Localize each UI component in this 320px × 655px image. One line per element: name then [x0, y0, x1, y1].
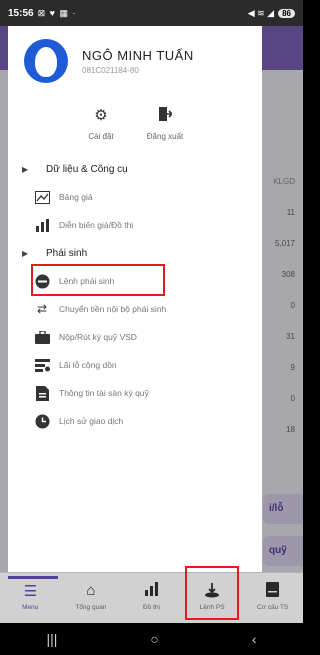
menu-item-margin-assets[interactable]: Thông tin tài sản ký quỹ	[34, 380, 254, 406]
logout-button[interactable]: Đăng xuất	[142, 106, 188, 156]
profit-loss-icon	[34, 357, 50, 373]
logout-icon	[142, 106, 188, 126]
home-button[interactable]: ○	[150, 631, 158, 647]
menu-item-trade-history[interactable]: Lịch sử giao dịch	[34, 408, 254, 434]
nav-label: Đồ thị	[142, 604, 160, 611]
menu-item-label: Chuyển tiền nội bộ phái sinh	[59, 304, 167, 314]
menu-item-cumulative-pl[interactable]: Lãi lỗ cộng dồn	[34, 352, 254, 378]
highlight-box	[31, 264, 165, 296]
section-derivatives[interactable]: ▶ Phái sinh	[8, 242, 262, 264]
menu-item-label: Lịch sử giao dịch	[59, 416, 124, 426]
status-bar: 15:56 ⊠ ♥ ▦ · ◀ ≋ ◢ 86	[0, 0, 303, 26]
bottom-navigation: ☰ Menu ⌂ Tổng quan Đồ thị Lệnh PS Cơ cấu…	[0, 572, 303, 623]
menu-item-internal-transfer[interactable]: ⇄ Chuyển tiền nội bộ phái sinh	[34, 296, 254, 322]
bar-chart-icon	[121, 582, 182, 604]
transfer-icon: ⇄	[36, 302, 48, 316]
profile-text: NGÔ MINH TUẤN 081C021184-80	[82, 48, 194, 75]
section-label: Dữ liệu & Công cụ	[46, 163, 128, 175]
logout-label: Đăng xuất	[146, 132, 184, 141]
nav-label: Tổng quan	[75, 604, 107, 611]
expand-arrow-icon: ▶	[22, 248, 29, 258]
active-tab-indicator	[8, 576, 58, 579]
settings-button[interactable]: ⚙ Cài đặt	[78, 106, 124, 156]
drawer-actions: ⚙ Cài đặt Đăng xuất	[8, 106, 262, 156]
menu-item-vsd-deposit[interactable]: Nộp/Rút ký quỹ VSD	[34, 324, 254, 350]
menu-item-label: Thông tin tài sản ký quỹ	[59, 388, 149, 398]
chart-icon	[34, 217, 50, 233]
back-button[interactable]: ‹	[252, 631, 257, 647]
menu-item-price-chart[interactable]: Diễn biến giá/Đồ thị	[34, 212, 254, 238]
highlight-box	[185, 566, 239, 620]
nav-menu[interactable]: ☰ Menu	[0, 573, 61, 623]
section-label: Phái sinh	[46, 247, 88, 259]
home-icon: ⌂	[86, 582, 96, 599]
recent-apps-button[interactable]: |||	[46, 631, 57, 647]
menu-item-label: Bảng giá	[59, 192, 93, 202]
status-time: 15:56	[8, 7, 34, 19]
menu-item-price-board[interactable]: Bảng giá	[34, 184, 254, 210]
side-drawer: NGÔ MINH TUẤN 081C021184-80 ⚙ Cài đặt Đă…	[8, 26, 262, 576]
margin-info-icon	[34, 385, 50, 401]
nav-chart[interactable]: Đồ thị	[121, 573, 182, 623]
menu-icon: ☰	[23, 583, 38, 600]
nav-overview[interactable]: ⌂ Tổng quan	[61, 573, 122, 623]
section-data-tools[interactable]: ▶ Dữ liệu & Công cụ	[8, 158, 262, 180]
menu-item-label: Diễn biến giá/Đồ thị	[59, 220, 134, 230]
expand-arrow-icon: ▶	[22, 164, 29, 174]
nav-label: Menu	[22, 604, 39, 611]
nav-portfolio[interactable]: Cơ cấu TS	[242, 573, 303, 623]
status-right: ◀ ≋ ◢ 86	[248, 8, 295, 19]
signal-icons: ◀ ≋ ◢	[247, 7, 275, 18]
user-profile[interactable]: NGÔ MINH TUẤN 081C021184-80	[8, 26, 262, 96]
menu-item-label: Nộp/Rút ký quỹ VSD	[59, 332, 137, 342]
system-navigation: ||| ○ ‹	[0, 623, 303, 655]
deposit-icon	[34, 329, 50, 345]
avatar	[24, 39, 68, 83]
user-name: NGÔ MINH TUẤN	[82, 47, 194, 63]
notification-icons: ⊠ ♥ ▦ ·	[37, 7, 77, 18]
settings-label: Cài đặt	[88, 132, 114, 141]
screen: 15:56 ⊠ ♥ ▦ · ◀ ≋ ◢ 86 KLGD 11 5,017 308…	[0, 0, 303, 655]
history-icon	[34, 413, 50, 429]
menu-item-label: Lãi lỗ cộng dồn	[59, 360, 117, 370]
price-board-icon	[34, 189, 50, 205]
account-id: 081C021184-80	[82, 65, 139, 75]
battery-icon: 86	[278, 8, 295, 18]
gear-icon: ⚙	[94, 107, 108, 124]
portfolio-icon	[242, 582, 303, 604]
nav-label: Cơ cấu TS	[257, 604, 289, 611]
